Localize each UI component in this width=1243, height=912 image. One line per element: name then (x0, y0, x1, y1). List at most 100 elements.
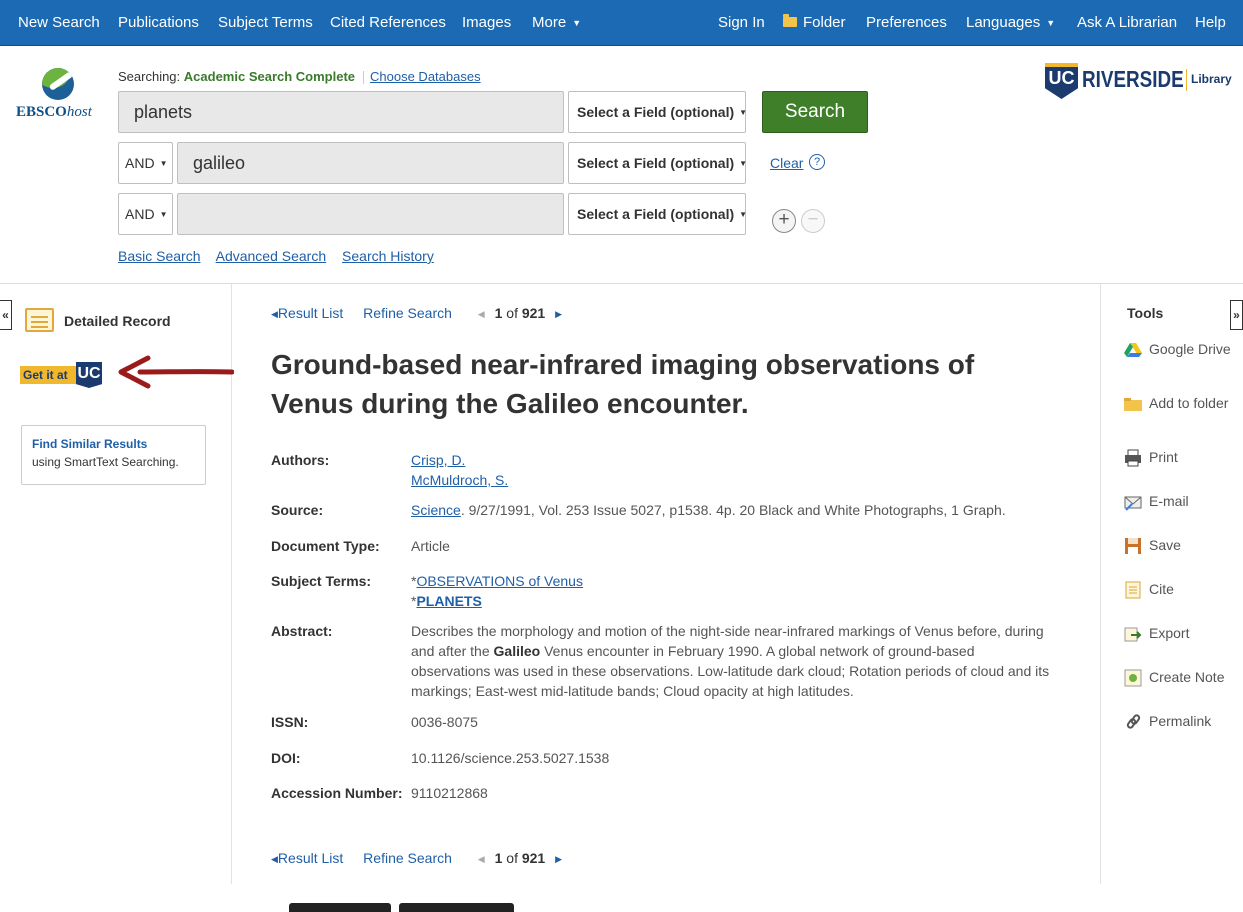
current-record-number: 1 (494, 850, 503, 866)
next-record-icon[interactable]: ▶ (555, 309, 562, 319)
tool-print[interactable]: Print (1124, 449, 1234, 469)
collapse-left-panel-button[interactable]: « (0, 300, 12, 330)
uc-badge-icon: UC (76, 362, 102, 388)
result-list-link[interactable]: Result List (278, 305, 343, 321)
library-label: Library (1191, 72, 1232, 86)
link-icon (1126, 714, 1141, 729)
prev-record-icon[interactable]: ◀ (478, 854, 485, 864)
field-select-1-label: Select a Field (optional) (577, 104, 735, 120)
field-select-1[interactable]: Select a Field (optional) ▼ (568, 91, 747, 133)
folder-icon (783, 14, 797, 27)
app-store-badge[interactable] (289, 903, 391, 912)
boolean-select-3[interactable]: AND ▼ (118, 193, 173, 235)
search-input-2[interactable]: galileo (177, 142, 564, 184)
caret-down-icon: ▼ (739, 159, 748, 168)
nav-folder[interactable]: Folder (783, 14, 846, 31)
subject-terms-label: Subject Terms: (271, 573, 372, 589)
clear-link[interactable]: Clear (770, 155, 803, 171)
google-play-badge[interactable] (399, 903, 514, 912)
tool-label: Google Drive (1149, 341, 1231, 357)
detailed-record-icon (25, 308, 54, 332)
tool-label: Export (1149, 625, 1190, 641)
prev-record-icon[interactable]: ◀ (478, 309, 485, 319)
accession-number-value: 9110212868 (411, 785, 488, 801)
source-value: Science. 9/27/1991, Vol. 253 Issue 5027,… (411, 500, 1006, 520)
nav-publications[interactable]: Publications (118, 14, 199, 31)
result-pager-bottom: ◀Result List Refine Search ◀ 1 of 921 ▶ (271, 850, 562, 866)
next-record-icon[interactable]: ▶ (555, 854, 562, 864)
author-link[interactable]: Crisp, D. (411, 452, 465, 468)
find-similar-title[interactable]: Find Similar Results (32, 437, 195, 451)
tool-label: Permalink (1149, 713, 1212, 729)
document-type-value: Article (411, 538, 450, 554)
add-row-plus-icon[interactable]: + (772, 209, 796, 233)
save-icon (1125, 538, 1141, 554)
search-input-1[interactable]: planets (118, 91, 564, 133)
total-records: 921 (521, 305, 546, 321)
expand-tools-panel-button[interactable]: » (1230, 300, 1243, 330)
author-link[interactable]: McMuldroch, S. (411, 472, 508, 488)
export-icon (1124, 627, 1142, 642)
authors-value: Crisp, D. McMuldroch, S. (411, 450, 508, 490)
basic-search-link[interactable]: Basic Search (118, 248, 200, 264)
nav-help[interactable]: Help (1195, 14, 1226, 31)
uc-riverside-library-logo[interactable]: UC RIVERSIDE Library (1045, 63, 1232, 101)
boolean-select-3-label: AND (125, 206, 155, 222)
tool-label: Print (1149, 449, 1178, 465)
subject-term-link[interactable]: PLANETS (416, 593, 481, 609)
nav-subject-terms[interactable]: Subject Terms (218, 14, 313, 31)
tool-label: Create Note (1149, 669, 1225, 685)
detailed-record-label: Detailed Record (64, 313, 171, 329)
nav-preferences[interactable]: Preferences (866, 14, 947, 31)
tool-create-note[interactable]: Create Note (1124, 669, 1234, 689)
find-similar-subtitle: using SmartText Searching. (32, 455, 179, 469)
nav-more[interactable]: More ▼ (532, 14, 581, 31)
record-title: Ground-based near-infrared imaging obser… (271, 349, 975, 419)
tool-cite[interactable]: Cite (1124, 581, 1234, 601)
issn-label: ISSN: (271, 714, 309, 730)
remove-row-minus-icon[interactable]: − (801, 209, 825, 233)
nav-cited-references[interactable]: Cited References (330, 14, 446, 31)
caret-down-icon: ▼ (159, 210, 168, 219)
nav-new-search[interactable]: New Search (18, 14, 100, 31)
refine-search-link[interactable]: Refine Search (363, 850, 452, 866)
choose-databases-link[interactable]: Choose Databases (370, 69, 481, 84)
subject-term-link[interactable]: OBSERVATIONS of Venus (416, 573, 583, 589)
tool-label: Cite (1149, 581, 1174, 597)
ebsco-globe-icon (42, 68, 74, 100)
get-it-at-uc-button[interactable]: Get it at UC (20, 362, 102, 388)
nav-sign-in[interactable]: Sign In (718, 14, 765, 31)
tool-email[interactable]: E-mail (1124, 493, 1234, 513)
help-icon[interactable]: ? (809, 154, 825, 170)
field-select-2-label: Select a Field (optional) (577, 155, 735, 171)
advanced-search-link[interactable]: Advanced Search (216, 248, 327, 264)
tool-add-to-folder[interactable]: Add to folder (1124, 395, 1234, 429)
search-button[interactable]: Search (762, 91, 868, 133)
tool-permalink[interactable]: Permalink (1124, 713, 1234, 733)
result-list-link[interactable]: Result List (278, 850, 343, 866)
refine-search-link[interactable]: Refine Search (363, 305, 452, 321)
find-similar-results-box[interactable]: Find Similar Results using SmartText Sea… (21, 425, 206, 485)
folder-icon (1124, 398, 1142, 411)
boolean-select-2[interactable]: AND ▼ (118, 142, 173, 184)
google-drive-icon (1124, 343, 1142, 357)
authors-label: Authors: (271, 452, 330, 468)
searching-label: Searching: (118, 69, 181, 84)
search-input-3[interactable] (177, 193, 564, 235)
nav-ask-librarian[interactable]: Ask A Librarian (1077, 14, 1177, 31)
note-icon (1124, 669, 1142, 687)
field-select-2[interactable]: Select a Field (optional) ▼ (568, 142, 748, 184)
field-select-3[interactable]: Select a Field (optional) ▼ (568, 193, 747, 235)
nav-languages[interactable]: Languages ▼ (966, 14, 1055, 31)
tool-export[interactable]: Export (1124, 625, 1234, 645)
search-history-link[interactable]: Search History (342, 248, 434, 264)
chevron-down-icon: ▼ (1046, 18, 1056, 28)
ebscohost-wordmark: EBSCOhost (16, 104, 92, 120)
right-column-divider (1100, 284, 1101, 884)
pager-of: of (506, 305, 518, 321)
source-journal-link[interactable]: Science (411, 502, 461, 518)
tool-google-drive[interactable]: Google Drive (1124, 341, 1234, 375)
nav-images[interactable]: Images (462, 14, 511, 31)
tool-save[interactable]: Save (1124, 537, 1234, 557)
header-divider (0, 283, 1243, 284)
